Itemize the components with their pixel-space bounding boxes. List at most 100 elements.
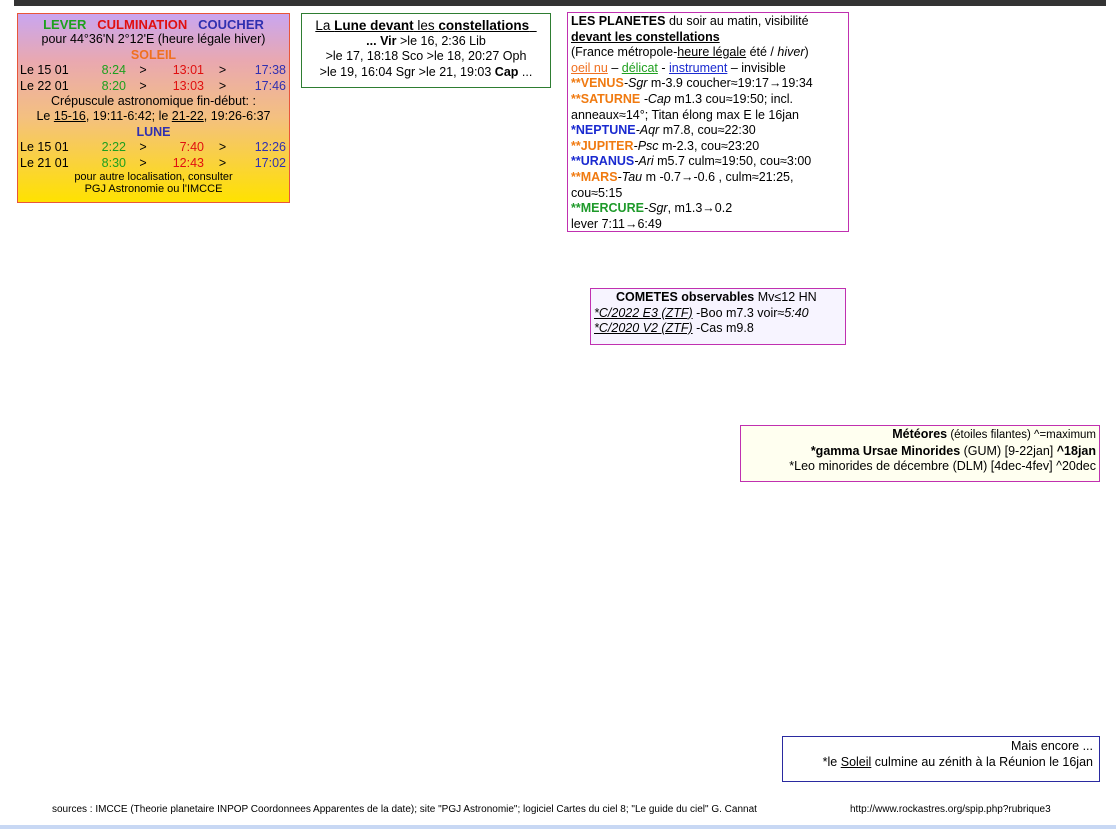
meteor-info: (GUM) [9-22jan] [960,443,1057,458]
title-part: du soir au matin, visibilité [665,14,809,28]
soleil-title: SOLEIL [130,47,177,62]
more-text: culmine au zénith à la Réunion le 16jan [871,754,1093,769]
row-date: Le 21 01 [20,155,69,170]
legend-sep: – [607,60,622,75]
meteors-title: Météores (étoiles filantes) ^=maximum [744,427,1096,444]
moon-const-line: >le 17, 18:18 Sco >le 18, 20:27 Oph [325,49,527,63]
moon-const-line: >le 19, 16:04 Sgr >le 21, 19:03 Cap ... [302,65,550,81]
more-line: *le Soleil culmine au zénith à la Réunio… [789,755,1093,771]
sources-footer: sources : IMCCE (Theorie planetaire INPO… [52,804,757,815]
row-arrow: > [218,140,227,155]
planet-constellation: -Psc [633,138,659,153]
comet-name: *C/2022 E3 (ZTF) [594,305,693,320]
legend-delicat: délicat [621,60,658,75]
meteor-max: ^18jan [1056,443,1096,458]
visibility-mark: ** [571,169,581,184]
row-coucher: 17:38 [254,63,286,78]
planet-name: MERCURE [580,201,644,216]
more-text: Soleil [840,754,872,769]
row-date: Le 22 01 [20,78,69,93]
bottom-bar [0,825,1116,829]
planet-name: VENUS [580,76,624,91]
note-part: ) [804,45,809,60]
row-date: Le 15 01 [20,140,69,155]
crepuscule-times: Le 15-16, 19:11-6:42; le 21-22, 19:26-6:… [18,109,289,124]
planet-constellation: -Sgr [643,201,668,216]
planet-constellation: -Cap [640,91,671,106]
comet-info: -Cas m9.8 [692,321,754,335]
row-arrow: > [218,78,227,93]
meteor-row: *gamma Ursae Minorides (GUM) [9-22jan] ^… [744,444,1096,460]
row-lever: 8:24 [101,63,126,78]
title-part: Météores [892,427,948,441]
planet-info: m5.7 culm≈19:50, cou≈3:00 [653,154,812,169]
planets-time-note: (France métropole-heure légale été / hiv… [571,45,845,61]
sun-moon-times-panel: LEVER CULMINATION COUCHER pour 44°36'N 2… [17,13,290,203]
subtitle-text: devant les constellations [571,29,720,44]
planet-saturne-extra: anneaux≈14°; Titan élong max E le 16jan [571,107,799,122]
row-arrow: > [139,63,147,78]
planets-subtitle: devant les constellations [571,30,845,46]
planet-constellation: -Ari [634,154,654,169]
row-coucher: 17:46 [254,78,286,93]
moon-row: Le 21 01 8:30 > 12:43 > 17:02 [18,156,289,171]
title-part: LES PLANETES [571,14,666,28]
header-lever: LEVER [43,17,87,32]
sun-row: Le 15 01 8:24 > 13:01 > 17:38 [18,63,289,78]
more-text: *le [822,754,841,769]
row-arrow: > [139,155,147,170]
title-part: COMETES observables [616,290,755,304]
visibility-mark: ** [571,154,581,169]
legend-oeil-nu: oeil nu [571,60,608,75]
row-culm: 12:43 [172,155,204,170]
planet-name: URANUS [580,154,635,169]
legend-invisible: invisible [741,60,786,75]
row-lever: 8:30 [101,155,126,170]
planet-info: m1.3 cou≈19:50; incl. [670,91,794,106]
title-part: Lune devant [334,18,414,33]
visibility-legend: oeil nu – délicat - instrument – invisib… [571,61,845,77]
location-text: pour 44°36'N 2°12'E (heure légale hiver) [41,32,266,47]
visibility-mark: ** [571,91,581,106]
title-part: (étoiles filantes) ^=maximum [947,429,1096,441]
crep-date: 21-22 [171,109,204,124]
moon-row: Le 15 01 2:22 > 7:40 > 12:26 [18,140,289,155]
const-text: >le 19, 16:04 Sgr >le 21, 19:03 [319,64,495,79]
planet-name: NEPTUNE [575,123,636,138]
localisation-note: pour autre localisation, consulter [74,171,233,184]
title-part: constellations [438,18,530,33]
note-part: heure légale [677,45,747,60]
note-part: hiver [777,45,805,60]
row-culm: 13:01 [172,63,204,78]
comet-row: *C/2020 V2 (ZTF) -Cas m9.8 [594,321,842,337]
planet-constellation: -Tau [617,169,643,184]
comet-name: *C/2020 V2 (ZTF) [594,321,693,335]
planet-name: MARS [580,169,618,184]
const-text: >le 16, 2:36 Lib [396,33,486,48]
row-lever: 8:20 [101,78,126,93]
crep-text: , 19:26-6:37 [203,109,271,124]
planet-neptune: *NEPTUNE-Aqr m7.8, cou≈22:30 [571,123,845,139]
planet-info: m-2.3, cou≈23:20 [658,138,760,153]
visibility-mark: ** [571,201,581,216]
planet-name: JUPITER [580,138,634,153]
meteors-panel: Météores (étoiles filantes) ^=maximum *g… [740,425,1100,482]
comet-row: *C/2022 E3 (ZTF) -Boo m7.3 voir≈5:40 [594,306,842,322]
crep-text: Le [36,109,54,124]
legend-sep: – [727,60,742,75]
sun-row: Le 22 01 8:20 > 13:03 > 17:46 [18,79,289,94]
title-part: Mv≤12 HN [754,290,817,304]
row-arrow: > [218,155,227,170]
planet-mercure-extra: lever 7:11→6:49 [571,216,662,231]
comet-info: 5:40 [784,305,809,320]
top-bar [14,0,1106,6]
header-culmination: CULMINATION [97,17,188,32]
planet-venus: **VENUS-Sgr m-3.9 coucher≈19:17→19:34 [571,76,845,92]
moon-const-title: La Lune devant les constellations [302,18,550,34]
more-panel: Mais encore ... *le Soleil culmine au zé… [782,736,1100,782]
footer-url-link[interactable]: http://www.rockastres.org/spip.php?rubri… [850,804,1051,815]
crepuscule-title: Crépuscule astronomique fin-début: : [51,94,256,109]
row-arrow: > [218,63,227,78]
row-culm: 7:40 [179,140,204,155]
row-arrow: > [139,78,147,93]
